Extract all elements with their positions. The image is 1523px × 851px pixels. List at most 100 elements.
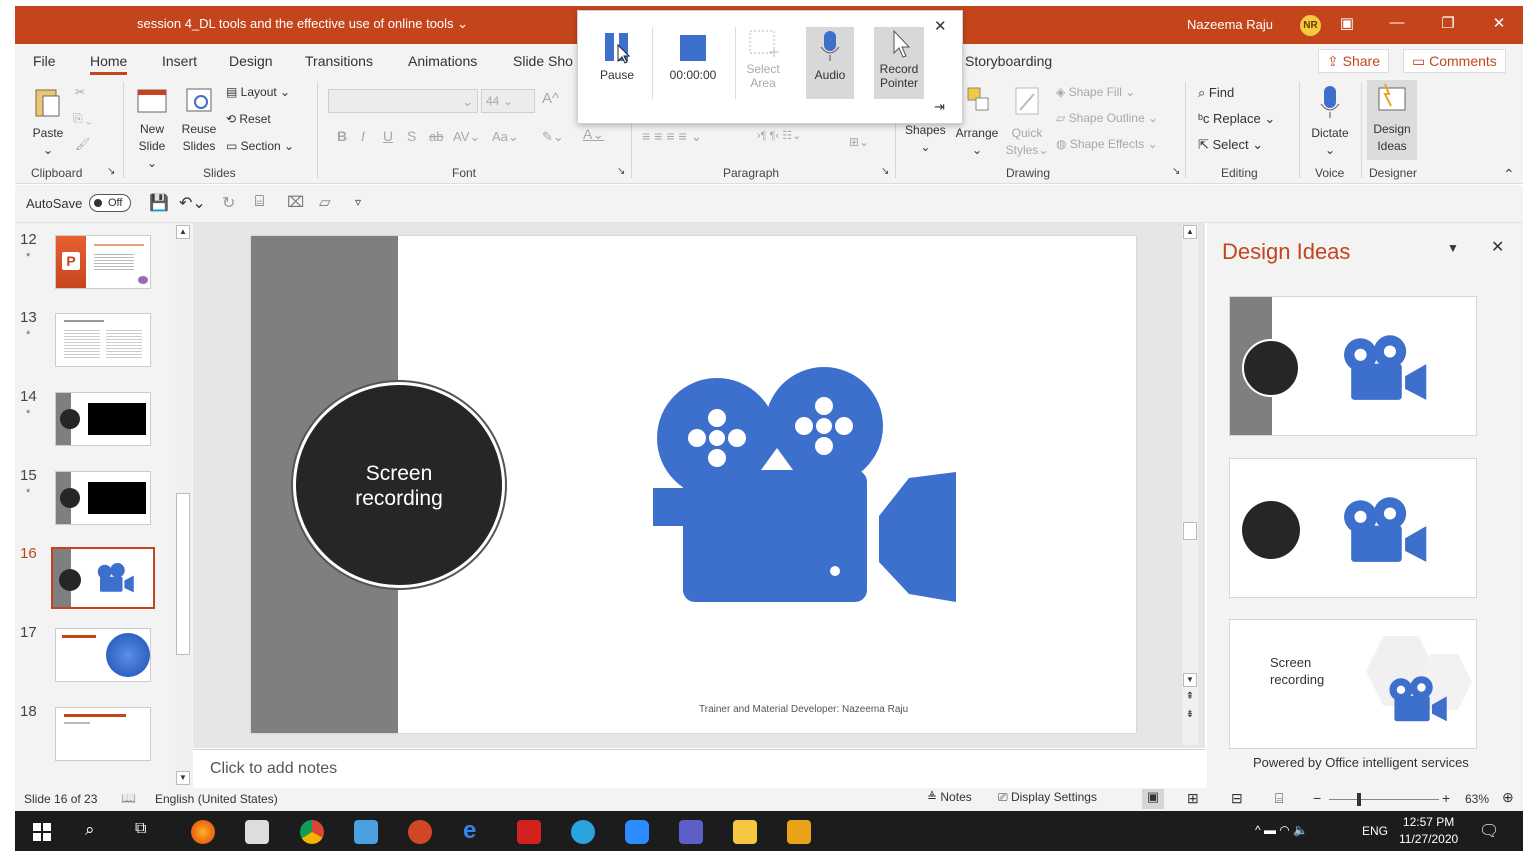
font-color-icon[interactable]: A⌄ xyxy=(583,126,604,143)
grow-font-icon[interactable]: A^ xyxy=(542,90,559,107)
text-direction-icon[interactable]: ›¶ ¶‹ ☷⌄ xyxy=(757,128,801,145)
zoom-in-button[interactable]: + xyxy=(1442,790,1450,806)
notifications-icon[interactable]: 🗨 xyxy=(1479,821,1499,841)
cut-icon[interactable]: ✂ xyxy=(75,84,85,101)
shape-effects-button[interactable]: ◍ Shape Effects ⌄ xyxy=(1056,136,1158,153)
media-app-icon[interactable] xyxy=(787,820,811,844)
slide-thumbnail-14[interactable] xyxy=(55,392,151,446)
autosave-toggle[interactable]: Off xyxy=(89,194,131,212)
restore-button[interactable]: ❐ xyxy=(1436,14,1460,32)
slide-counter[interactable]: Slide 16 of 23 xyxy=(24,792,97,806)
pause-button[interactable]: Pause xyxy=(586,27,648,99)
tab-transitions[interactable]: Transitions xyxy=(305,53,373,69)
notes-pane[interactable]: Click to add notes xyxy=(193,749,1205,788)
select-area-button[interactable]: Select Area xyxy=(732,27,794,99)
design-ideas-button[interactable]: Design Ideas xyxy=(1367,80,1417,160)
current-slide[interactable]: Screen recording Trainer and Material De… xyxy=(251,236,1136,733)
tab-storyboarding[interactable]: Storyboarding xyxy=(965,53,1052,69)
screenshot-icon[interactable]: ⌧ xyxy=(287,193,304,211)
scroll-thumb[interactable] xyxy=(1183,522,1197,540)
bold-button[interactable]: B xyxy=(337,128,347,145)
paste-button[interactable]: Paste ⌄ xyxy=(29,84,67,159)
zoom-slider[interactable] xyxy=(1329,793,1439,806)
reset-button[interactable]: ⟲ Reset xyxy=(226,111,271,128)
new-slide-button[interactable]: New Slide ⌄ xyxy=(132,84,172,172)
slide-thumbnail-12[interactable]: P xyxy=(55,235,151,289)
format-painter-icon[interactable]: 🖌 xyxy=(75,136,90,153)
save-icon[interactable]: 💾 xyxy=(149,193,169,213)
notes-placeholder[interactable]: Click to add notes xyxy=(210,760,337,778)
zoom-slider-thumb[interactable] xyxy=(1357,793,1361,806)
tab-slideshow[interactable]: Slide Sho xyxy=(513,53,573,69)
scroll-thumb[interactable] xyxy=(176,493,190,655)
undo-icon[interactable]: ↶⌄ xyxy=(179,193,206,213)
thumbnail-scrollbar[interactable]: ▲ ▼ xyxy=(175,225,191,785)
title-circle[interactable]: Screen recording xyxy=(293,382,505,588)
stop-button[interactable]: 00:00:00 xyxy=(658,27,728,99)
design-idea-1[interactable] xyxy=(1229,296,1477,436)
design-idea-3[interactable]: Screen recording xyxy=(1229,619,1477,749)
shapes-button[interactable]: Shapes ⌄ xyxy=(905,122,946,156)
slide-thumbnail-15[interactable] xyxy=(55,471,151,525)
present-icon[interactable]: ⌸ xyxy=(255,193,264,210)
change-case-button[interactable]: Aa⌄ xyxy=(492,128,519,145)
acrobat-icon[interactable] xyxy=(517,820,541,844)
avatar[interactable]: NR xyxy=(1300,15,1321,36)
tab-file[interactable]: File xyxy=(33,53,56,69)
slideshow-icon[interactable]: ⌸ xyxy=(1275,790,1283,807)
slide-footer[interactable]: Trainer and Material Developer: Nazeema … xyxy=(699,704,908,715)
shape-fill-button[interactable]: ◈ Shape Fill ⌄ xyxy=(1056,84,1135,101)
replace-button[interactable]: ᵇc Replace ⌄ xyxy=(1198,110,1275,127)
task-view-icon[interactable]: ⧉ xyxy=(135,820,146,838)
shadow-button[interactable]: S xyxy=(407,128,416,145)
tab-insert[interactable]: Insert xyxy=(162,53,197,69)
telegram-icon[interactable] xyxy=(571,820,595,844)
section-button[interactable]: ▭ Section ⌄ xyxy=(226,138,294,155)
file-explorer-icon[interactable] xyxy=(733,820,757,844)
slide-thumbnail-16[interactable] xyxy=(51,547,155,609)
snipping-tool-icon[interactable] xyxy=(245,820,269,844)
design-idea-2[interactable] xyxy=(1229,458,1477,598)
font-launcher-icon[interactable]: ↘ xyxy=(617,166,625,177)
tab-design[interactable]: Design xyxy=(229,53,273,69)
fit-slide-icon[interactable]: ⊕ xyxy=(1502,789,1514,806)
document-title[interactable]: session 4_DL tools and the effective use… xyxy=(137,16,468,32)
collapse-ribbon-icon[interactable]: ⌃ xyxy=(1503,166,1515,183)
customize-qat-icon[interactable]: ▿ xyxy=(355,195,361,209)
find-button[interactable]: ⌕ Find xyxy=(1198,84,1234,101)
spell-check-icon[interactable]: 📖 xyxy=(121,791,136,805)
edge-icon[interactable]: e xyxy=(463,819,487,844)
italic-button[interactable]: I xyxy=(361,128,365,145)
char-spacing-button[interactable]: AV⌄ xyxy=(453,128,480,145)
normal-view-icon[interactable]: ▣ xyxy=(1142,789,1164,809)
select-button[interactable]: ⇱ Select ⌄ xyxy=(1198,136,1263,153)
underline-button[interactable]: U xyxy=(383,128,393,145)
chrome-icon[interactable] xyxy=(300,820,324,844)
pin-icon[interactable]: ⇥ xyxy=(934,99,945,115)
comments-button[interactable]: ▭ Comments xyxy=(1403,49,1506,73)
previous-slide-icon[interactable]: ⇞ xyxy=(1183,691,1197,702)
quick-styles-button[interactable]: Quick Styles⌄ xyxy=(1005,84,1049,159)
copy-icon[interactable]: ⎘ ⌄ xyxy=(73,110,92,127)
reuse-slides-button[interactable]: Reuse Slides xyxy=(179,84,219,155)
comment-icon[interactable]: ▱ xyxy=(319,193,331,211)
next-slide-icon[interactable]: ⇟ xyxy=(1183,709,1197,720)
font-name-field[interactable]: ⌄ xyxy=(328,89,478,113)
close-pane-icon[interactable]: ✕ xyxy=(1491,237,1504,257)
app-icon[interactable] xyxy=(354,820,378,844)
strikethrough-button[interactable]: ab xyxy=(429,128,443,145)
tray-icons[interactable]: ^ ▬ ◠ 🔈 xyxy=(1255,823,1308,837)
dictate-button[interactable]: Dictate ⌄ xyxy=(1307,84,1353,159)
ribbon-display-icon[interactable]: ▣ xyxy=(1335,14,1359,32)
paragraph-launcher-icon[interactable]: ↘ xyxy=(881,166,889,177)
clock[interactable]: 12:57 PM 11/27/2020 xyxy=(1399,814,1458,848)
reading-view-icon[interactable]: ⊟ xyxy=(1231,790,1243,807)
input-language[interactable]: ENG xyxy=(1362,824,1388,838)
display-settings-button[interactable]: ⎚ Display Settings xyxy=(998,790,1097,805)
slide-thumbnail-17[interactable] xyxy=(55,628,151,682)
layout-button[interactable]: ▤ Layout ⌄ xyxy=(226,84,290,101)
close-button[interactable]: ✕ xyxy=(1487,14,1511,32)
zoom-level[interactable]: 63% xyxy=(1465,792,1489,806)
firefox-icon[interactable] xyxy=(191,820,215,844)
record-pointer-button[interactable]: Record Pointer xyxy=(874,27,924,99)
